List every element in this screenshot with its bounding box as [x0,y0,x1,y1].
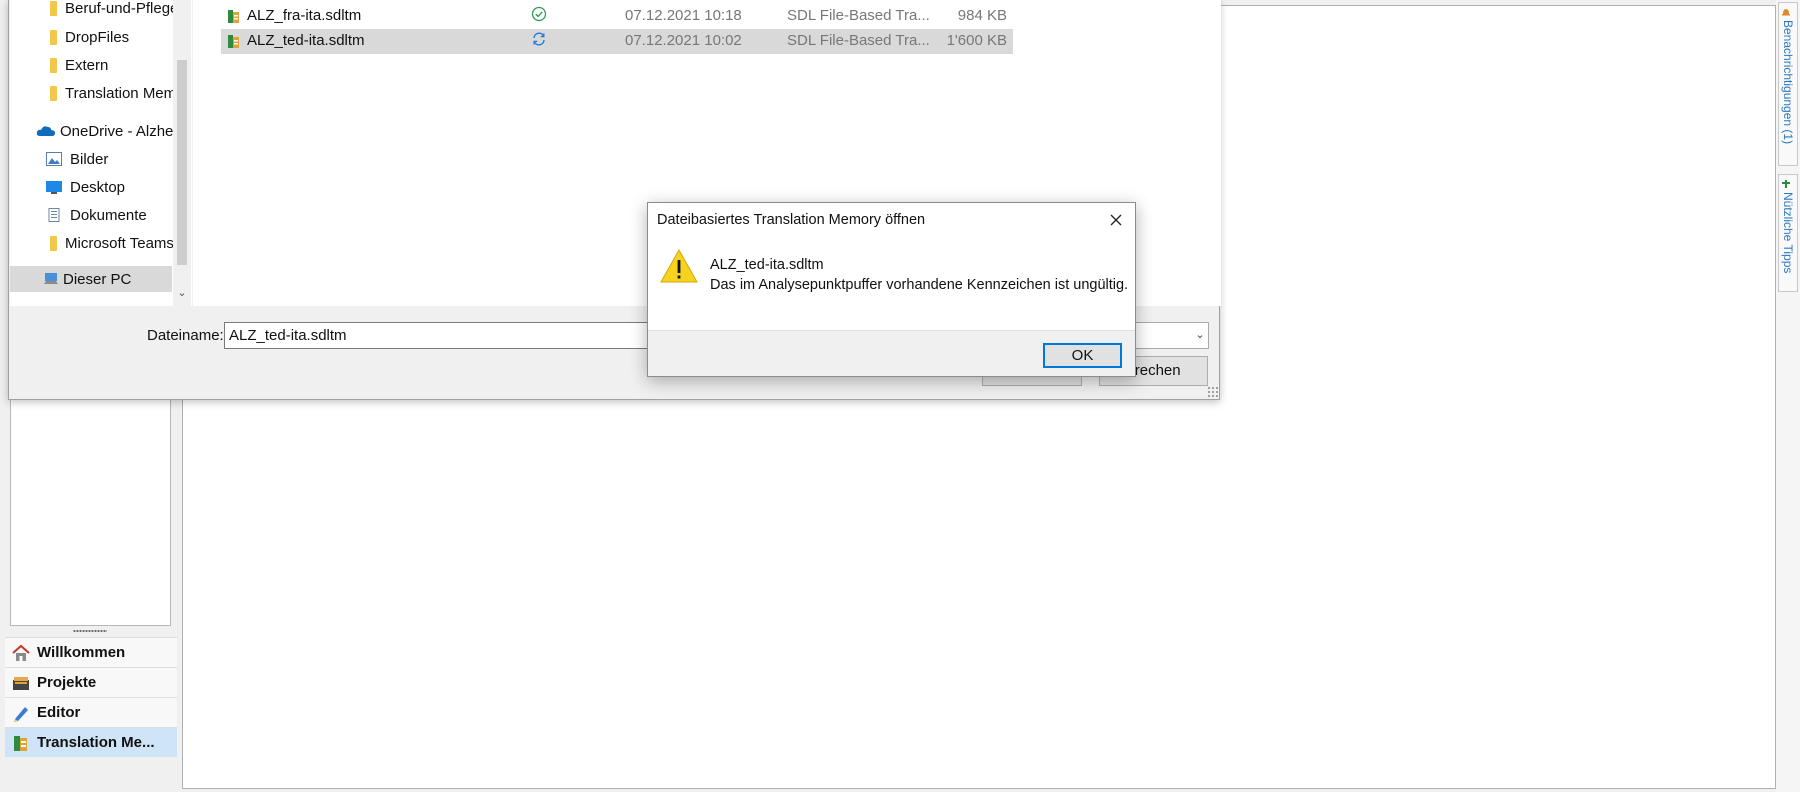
tree-item-label: DropFiles [65,28,130,46]
tree-item-microsoft-teams[interactable]: Microsoft Teams [46,230,174,256]
tm-file-icon [227,34,241,49]
tree-item-label: Bilder [70,150,109,168]
translation-memory-icon [11,733,31,753]
panel-splitter-handle[interactable] [73,629,107,633]
file-row-selected[interactable]: ALZ_ted-ita.sdltm 07.12.2021 10:02 SDL F… [221,29,1013,54]
right-side-rail: Benachrichtigungen (1) Nützliche Tipps [1776,0,1800,792]
resize-grip[interactable] [1207,386,1219,398]
file-size: 984 KB [957,7,1007,24]
filename-input[interactable] [224,322,684,349]
useful-tips-label: Nützliche Tipps [1781,192,1795,274]
navigation-tree-panel [10,398,171,626]
file-name: ALZ_fra-ita.sdltm [247,7,362,24]
tree-item-label: Beruf-und-Pflege [65,0,174,17]
nav-button-label: Willkommen [37,644,126,661]
nav-button-editor[interactable]: Editor [5,697,177,727]
tree-item-bilder[interactable]: Bilder [46,146,174,172]
nav-button-label: Translation Me... [37,734,155,751]
tree-item-label: Dieser PC [63,270,132,288]
view-switcher: Willkommen Projekte Editor Translation M… [5,637,177,789]
tree-item-dieser-pc[interactable]: Dieser PC [43,266,173,292]
documents-icon [46,208,62,222]
tree-item-label: Dokumente [70,206,147,224]
scroll-down-chevron-icon[interactable]: ⌄ [175,286,189,300]
desktop-icon [46,180,62,194]
pictures-icon [46,152,62,166]
message-box-title: Dateibasiertes Translation Memory öffnen [657,212,926,228]
nav-button-projekte[interactable]: Projekte [5,667,177,697]
tree-item-dropfiles[interactable]: DropFiles [46,24,174,50]
pencil-icon [11,703,31,723]
notifications-label: Benachrichtigungen (1) [1781,20,1795,145]
message-box-footer: OK [648,330,1135,376]
tree-item-desktop[interactable]: Desktop [46,174,174,200]
folder-icon [50,0,57,16]
folder-icon [50,29,57,45]
tree-item-dokumente[interactable]: Dokumente [46,202,174,228]
file-name: ALZ_ted-ita.sdltm [247,32,365,49]
tree-item-label: Microsoft Teams [65,234,174,252]
tree-item-label: OneDrive - Alzhei [60,122,174,140]
synced-check-icon [531,6,547,22]
error-message-box: Dateibasiertes Translation Memory öffnen… [647,202,1136,377]
tree-item-extern[interactable]: Extern [46,52,174,78]
folder-icon [50,235,57,251]
message-text: Das im Analysepunktpuffer vorhandene Ken… [710,277,1129,293]
nav-button-translation-memories[interactable]: Translation Me... [5,727,177,757]
chevron-down-icon[interactable]: ⌄ [1193,322,1207,349]
sync-pending-icon [531,31,547,47]
warning-icon [660,248,698,284]
file-type: SDL File-Based Tra... [787,32,930,49]
folder-icon [50,85,57,101]
ok-button[interactable]: OK [1043,343,1122,368]
close-icon[interactable] [1103,207,1129,233]
tree-item-label: Extern [65,56,109,74]
nav-button-willkommen[interactable]: Willkommen [5,637,177,667]
pin-icon [1782,179,1793,189]
tree-item-onedrive[interactable]: OneDrive - Alzhei [36,118,174,144]
filename-label: Dateiname: [147,327,224,344]
tree-scrollbar-thumb[interactable] [177,60,187,265]
folder-icon [50,57,57,73]
file-size: 1'600 KB [946,32,1007,49]
onedrive-cloud-icon [36,124,56,138]
notifications-tab[interactable]: Benachrichtigungen (1) [1778,2,1798,166]
this-pc-icon [43,272,59,286]
file-type: SDL File-Based Tra... [787,7,930,24]
file-date: 07.12.2021 10:02 [625,32,742,49]
message-filename: ALZ_ted-ita.sdltm [710,257,824,273]
useful-tips-tab[interactable]: Nützliche Tipps [1778,174,1798,292]
file-date: 07.12.2021 10:18 [625,7,742,24]
tm-file-icon [227,9,241,24]
home-icon [11,643,31,663]
tree-item-label: Desktop [70,178,126,196]
tree-item-beruf-und-pflege[interactable]: Beruf-und-Pflege [46,0,174,21]
bell-icon [1782,7,1793,17]
tree-item-label: Translation Mem [65,84,174,102]
projects-icon [11,673,31,693]
file-row[interactable]: ALZ_fra-ita.sdltm 07.12.2021 10:18 SDL F… [221,4,1013,29]
tree-item-translation-mem[interactable]: Translation Mem [46,80,174,106]
nav-button-label: Editor [37,704,81,721]
folder-navigation-pane: Beruf-und-Pflege DropFiles Extern Transl… [10,0,192,306]
nav-button-label: Projekte [37,674,97,691]
